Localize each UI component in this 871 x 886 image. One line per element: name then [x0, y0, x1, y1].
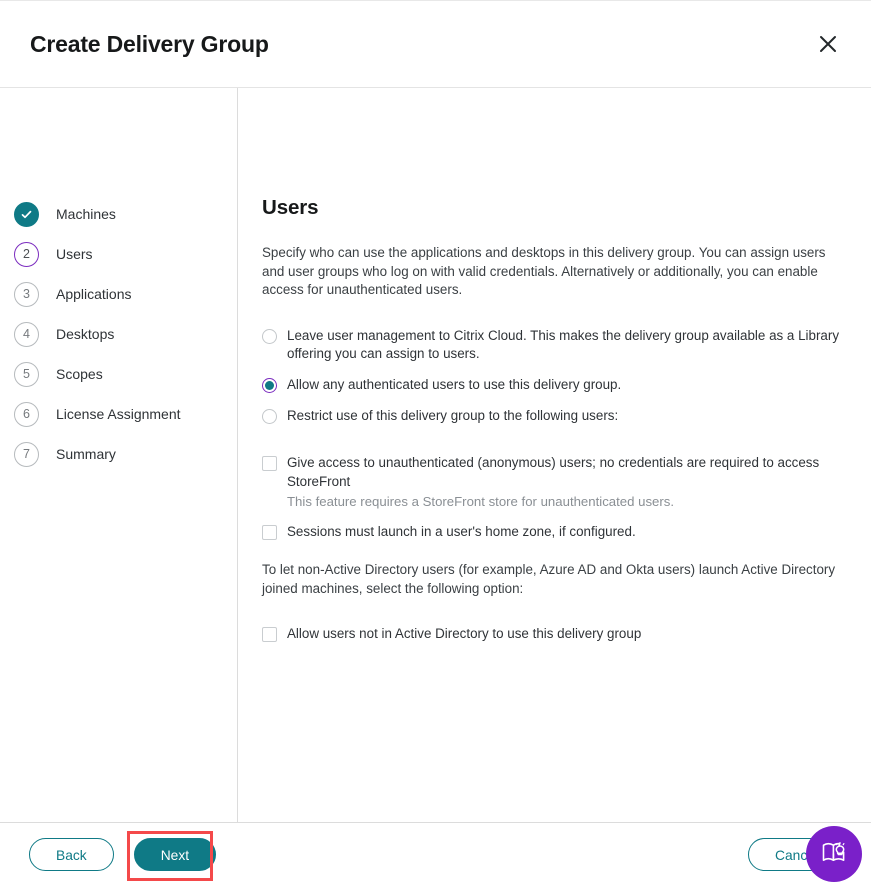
- sidebar-item-summary[interactable]: 7 Summary: [0, 434, 237, 474]
- access-checkbox-group: Give access to unauthenticated (anonymou…: [262, 453, 847, 542]
- book-lightbulb-icon: [819, 837, 849, 872]
- panel-title: Users: [262, 196, 319, 219]
- next-button[interactable]: Next: [133, 838, 217, 871]
- dialog-body: Machines 2 Users 3 Applications 4 Deskto…: [0, 88, 871, 822]
- checkbox[interactable]: [262, 456, 277, 472]
- checkbox-option-label: Allow users not in Active Directory to u…: [287, 626, 642, 642]
- page-title: Create Delivery Group: [30, 30, 269, 57]
- step-indicator: 4: [14, 321, 39, 347]
- step-indicator: 3: [14, 281, 39, 307]
- radio-button[interactable]: [262, 328, 277, 344]
- sidebar-item-machines[interactable]: Machines: [0, 194, 237, 234]
- step-indicator-current: 2: [14, 241, 39, 267]
- sidebar-item-label: Summary: [56, 446, 116, 462]
- sidebar-item-label: Machines: [56, 206, 116, 222]
- sidebar-item-users[interactable]: 2 Users: [0, 234, 237, 274]
- checkbox-option-unauthenticated-access-wrapper: Give access to unauthenticated (anonymou…: [262, 453, 847, 511]
- step-indicator: 6: [14, 401, 39, 427]
- radio-button[interactable]: [262, 408, 277, 424]
- radio-option-label: Restrict use of this delivery group to t…: [287, 407, 619, 423]
- back-button[interactable]: Back: [29, 838, 114, 871]
- checkbox-option-home-zone[interactable]: Sessions must launch in a user's home zo…: [262, 522, 847, 542]
- checkbox[interactable]: [262, 525, 277, 541]
- step-indicator: 7: [14, 441, 39, 467]
- checkbox-option-unauthenticated-access[interactable]: Give access to unauthenticated (anonymou…: [262, 453, 847, 491]
- checkbox-option-sublabel: This feature requires a StoreFront store…: [287, 494, 675, 510]
- create-delivery-group-dialog: Create Delivery Group Machines 2 Users 3…: [0, 0, 871, 886]
- step-indicator-done: [14, 201, 39, 227]
- sidebar-item-label: License Assignment: [56, 406, 181, 422]
- dialog-footer: Back Next Cancel: [0, 822, 871, 886]
- sidebar-item-label: Applications: [56, 286, 132, 302]
- wizard-steps-sidebar: Machines 2 Users 3 Applications 4 Deskto…: [0, 88, 238, 822]
- panel-description: Specify who can use the applications and…: [262, 245, 826, 298]
- sidebar-item-label: Users: [56, 246, 93, 262]
- sidebar-item-label: Desktops: [56, 326, 115, 342]
- checkbox-option-label: Give access to unauthenticated (anonymou…: [287, 455, 820, 489]
- non-ad-users-note: To let non-Active Directory users (for e…: [262, 561, 836, 596]
- checkbox[interactable]: [262, 627, 277, 643]
- user-management-radio-group: Leave user management to Citrix Cloud. T…: [262, 326, 847, 425]
- sidebar-item-desktops[interactable]: 4 Desktops: [0, 314, 237, 354]
- users-panel: Users Specify who can use the applicatio…: [238, 88, 871, 822]
- radio-option-restrict-users[interactable]: Restrict use of this delivery group to t…: [262, 406, 847, 426]
- sidebar-item-license-assignment[interactable]: 6 License Assignment: [0, 394, 237, 434]
- close-icon[interactable]: [811, 27, 845, 61]
- radio-button-selected[interactable]: [262, 377, 277, 393]
- sidebar-item-label: Scopes: [56, 366, 103, 382]
- help-guide-fab-button[interactable]: [806, 826, 862, 882]
- sidebar-item-scopes[interactable]: 5 Scopes: [0, 354, 237, 394]
- radio-option-leave-to-citrix-cloud[interactable]: Leave user management to Citrix Cloud. T…: [262, 326, 847, 364]
- footer-left-actions: Back Next: [29, 838, 217, 871]
- radio-option-label: Allow any authenticated users to use thi…: [287, 376, 622, 392]
- checkbox-option-label: Sessions must launch in a user's home zo…: [287, 524, 636, 540]
- radio-option-allow-authenticated[interactable]: Allow any authenticated users to use thi…: [262, 375, 847, 395]
- step-indicator: 5: [14, 361, 39, 387]
- sidebar-item-applications[interactable]: 3 Applications: [0, 274, 237, 314]
- radio-option-label: Leave user management to Citrix Cloud. T…: [287, 327, 840, 362]
- dialog-header: Create Delivery Group: [0, 1, 871, 88]
- checkbox-option-allow-non-ad-users[interactable]: Allow users not in Active Directory to u…: [262, 624, 847, 644]
